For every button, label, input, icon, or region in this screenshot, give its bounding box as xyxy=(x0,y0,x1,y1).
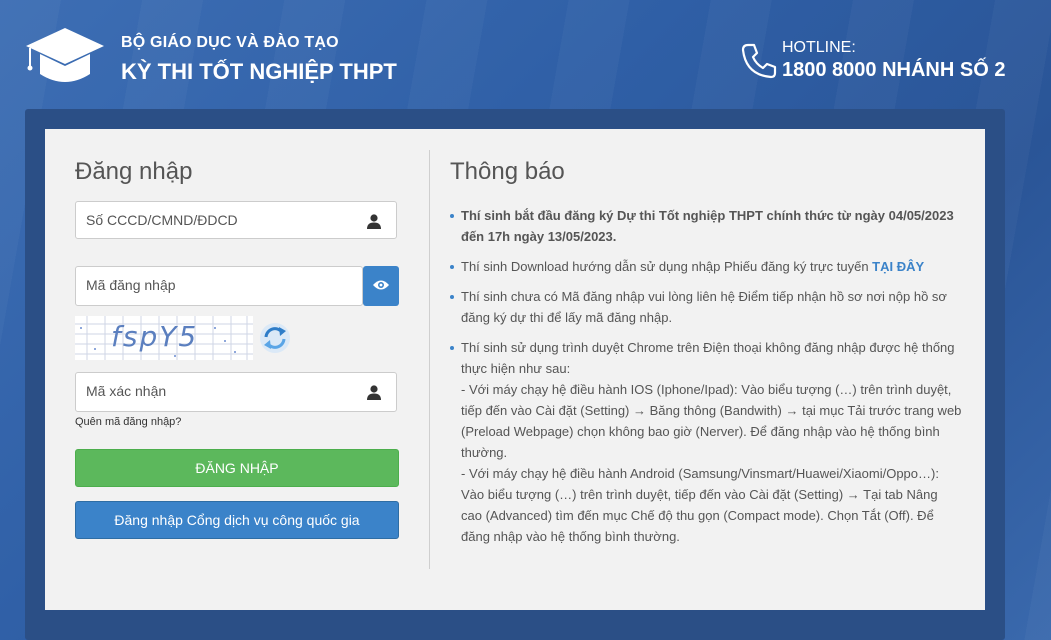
graduation-cap-icon xyxy=(26,28,104,82)
user-icon xyxy=(367,385,381,400)
hotline-number: 1800 8000 NHÁNH SỐ 2 xyxy=(782,59,1006,81)
national-portal-login-button[interactable]: Đăng nhập Cổng dịch vụ công quốc gia xyxy=(75,501,399,539)
exam-name: KỲ THI TỐT NGHIỆP THPT xyxy=(121,59,397,84)
hotline-label: HOTLINE: xyxy=(782,39,856,56)
id-field[interactable] xyxy=(75,201,397,239)
login-button[interactable]: ĐĂNG NHẬP xyxy=(75,449,399,487)
id-input[interactable] xyxy=(76,202,366,238)
phone-icon xyxy=(741,43,777,79)
captcha-input[interactable] xyxy=(76,373,366,409)
captcha-text: fspY5 xyxy=(111,320,199,353)
captcha-field[interactable] xyxy=(75,372,397,412)
download-guide-link[interactable]: TẠI ĐÂY xyxy=(872,259,924,274)
password-field[interactable] xyxy=(75,266,366,306)
site-header: BỘ GIÁO DỤC VÀ ĐÀO TẠO KỲ THI TỐT NGHIỆP… xyxy=(0,0,1051,110)
notice-title: Thông báo xyxy=(450,158,565,185)
ios-instructions: - Với máy chạy hệ điều hành IOS (Iphone/… xyxy=(461,382,962,460)
org-name: BỘ GIÁO DỤC VÀ ĐÀO TẠO xyxy=(121,34,339,51)
list-item: Thí sinh sử dụng trình duyệt Chrome trên… xyxy=(450,337,962,547)
column-divider xyxy=(429,150,430,569)
eye-icon xyxy=(373,280,389,290)
list-item: Thí sinh Download hướng dẫn sử dụng nhập… xyxy=(450,256,962,277)
refresh-captcha-icon[interactable] xyxy=(259,322,291,354)
password-input[interactable] xyxy=(76,267,366,303)
login-title: Đăng nhập xyxy=(75,158,193,185)
list-item: Thí sinh chưa có Mã đăng nhập vui lòng l… xyxy=(450,286,962,328)
user-icon xyxy=(367,214,381,229)
notice-list: Thí sinh bắt đầu đăng ký Dự thi Tốt nghi… xyxy=(450,205,962,556)
list-item: Thí sinh bắt đầu đăng ký Dự thi Tốt nghi… xyxy=(450,205,962,247)
show-password-button[interactable] xyxy=(363,266,399,306)
forgot-password-link[interactable]: Quên mã đăng nhập? xyxy=(75,416,181,428)
captcha-image: fspY5 xyxy=(75,316,253,360)
android-instructions: - Với máy chạy hệ điều hành Android (Sam… xyxy=(461,466,939,544)
